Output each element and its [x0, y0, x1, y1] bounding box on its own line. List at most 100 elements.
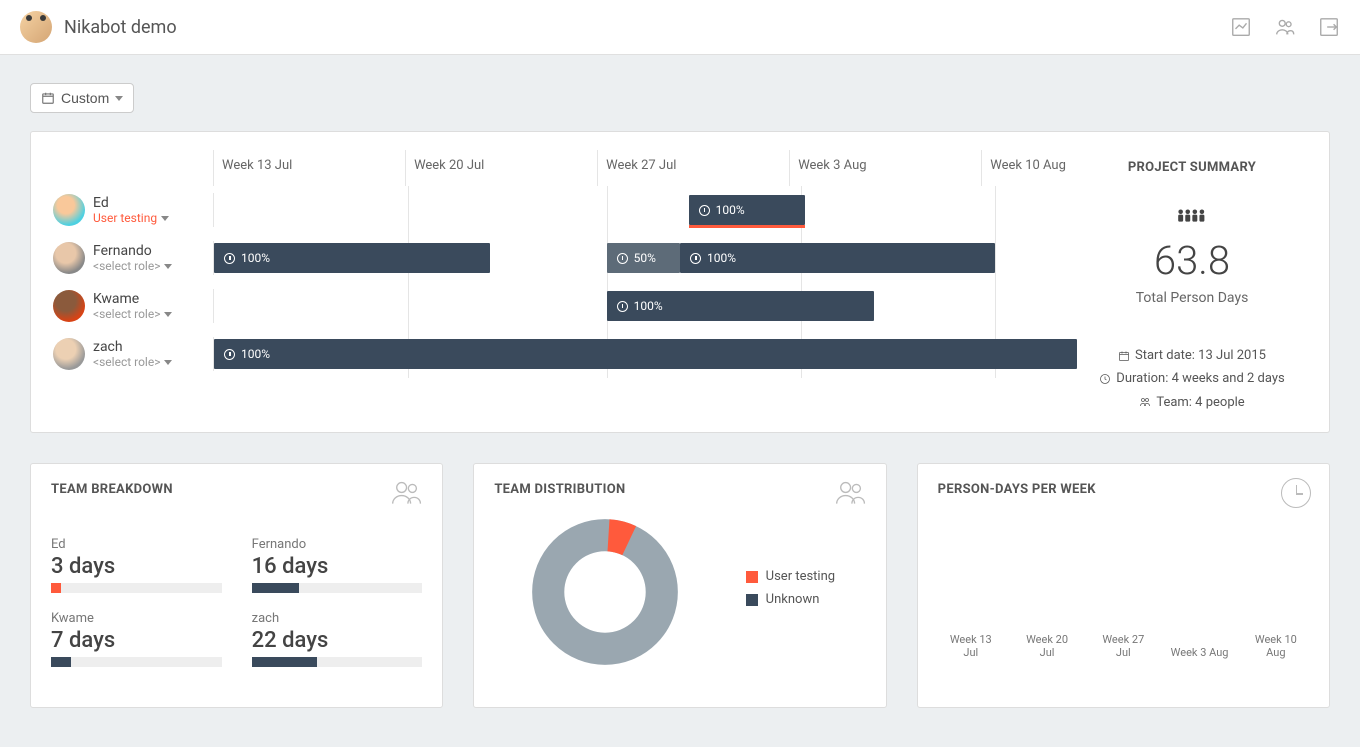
legend-item: User testing	[746, 569, 866, 584]
legend-swatch	[746, 571, 758, 583]
breakdown-bar	[252, 583, 423, 593]
person-col-header	[53, 150, 213, 186]
clock-icon	[1099, 373, 1111, 385]
bar-label: Week 13 Jul	[942, 633, 1000, 659]
allocation-label: 100%	[241, 347, 270, 361]
team-distribution-panel: TEAM DISTRIBUTION User testing Unknown	[473, 463, 886, 708]
bars-chart: Week 13 Jul Week 20 Jul Week 27 Jul Week 3 …	[938, 519, 1309, 659]
start-date: Start date: 13 Jul 2015	[1135, 344, 1266, 367]
date-range-button[interactable]: Custom	[30, 83, 134, 113]
person-cell: Kwame <select role>	[53, 290, 213, 322]
person-cell: Fernando <select role>	[53, 242, 213, 274]
allocation-bar[interactable]: 100%	[214, 243, 490, 273]
allocation-bar[interactable]: 100%	[607, 291, 875, 321]
breakdown-days: 16 days	[252, 554, 423, 579]
panel-title: TEAM BREAKDOWN	[51, 482, 422, 497]
legend-item: Unknown	[746, 592, 866, 607]
person-name: zach	[93, 339, 172, 355]
breakdown-name: Kwame	[51, 611, 222, 626]
bar-label: Week 20 Jul	[1018, 633, 1076, 659]
allocation-bar[interactable]: 50%	[607, 243, 680, 273]
role-selector[interactable]: <select role>	[93, 355, 172, 369]
allocation-label: 100%	[241, 251, 270, 265]
clock-icon	[617, 253, 628, 264]
person-cell: Ed User testing	[53, 194, 213, 226]
main-panel: Week 13 Jul Week 20 Jul Week 27 Jul Week…	[30, 131, 1330, 433]
allocation-label: 50%	[634, 251, 656, 265]
chart-icon[interactable]	[1230, 16, 1252, 38]
clock-icon	[224, 349, 235, 360]
timeline-track: 100%	[213, 289, 1077, 323]
bar-column: Week 20 Jul	[1018, 627, 1076, 659]
clock-icon	[699, 205, 710, 216]
panel-title: TEAM DISTRIBUTION	[494, 482, 865, 497]
allocation-bar[interactable]: 100%	[214, 339, 1077, 369]
allocation-label: 100%	[707, 251, 736, 265]
team-size: Team: 4 people	[1156, 391, 1244, 414]
breakdown-name: Fernando	[252, 537, 423, 552]
breakdown-bar	[252, 657, 423, 667]
timeline-row: Fernando <select role> 100% 50% 100%	[53, 234, 1077, 282]
person-days-per-week-panel: PERSON-DAYS PER WEEK Week 13 Jul Week 20 …	[917, 463, 1330, 708]
people-row-icon	[1077, 205, 1307, 231]
person-name: Kwame	[93, 291, 172, 307]
bar-label: Week 10 Aug	[1247, 633, 1305, 659]
clock-icon	[224, 253, 235, 264]
bottom-panels: TEAM BREAKDOWN Ed 3 days Fernando 16 day…	[30, 463, 1330, 708]
person-name: Fernando	[93, 243, 172, 259]
timeline-row: zach <select role> 100%	[53, 330, 1077, 378]
avatar[interactable]	[53, 194, 85, 226]
chevron-down-icon	[161, 216, 169, 221]
breakdown-days: 3 days	[51, 554, 222, 579]
allocation-label: 100%	[634, 299, 663, 313]
bar-label: Week 27 Jul	[1094, 633, 1152, 659]
timeline-area: Week 13 Jul Week 20 Jul Week 27 Jul Week…	[53, 150, 1077, 414]
allocation-bar[interactable]: 100%	[689, 195, 806, 225]
week-header: Week 3 Aug	[789, 150, 981, 186]
breakdown-item: zach 22 days	[252, 611, 423, 667]
logout-icon[interactable]	[1318, 16, 1340, 38]
timeline-rows: Ed User testing 100% Fernando <select ro…	[53, 186, 1077, 378]
legend-label: User testing	[766, 569, 835, 584]
chevron-down-icon	[164, 264, 172, 269]
duration: Duration: 4 weeks and 2 days	[1116, 367, 1284, 390]
breakdown-days: 22 days	[252, 628, 423, 653]
breakdown-name: Ed	[51, 537, 222, 552]
avatar[interactable]	[53, 242, 85, 274]
header-actions	[1230, 16, 1340, 38]
role-selector[interactable]: <select role>	[93, 259, 172, 273]
people-icon	[390, 478, 424, 510]
allocation-label: 100%	[716, 203, 745, 217]
bar-column: Week 10 Aug	[1247, 627, 1305, 659]
donut-chart	[494, 517, 715, 667]
role-selector[interactable]: <select role>	[93, 307, 172, 321]
bar-column: Week 27 Jul	[1094, 627, 1152, 659]
avatar[interactable]	[53, 290, 85, 322]
avatar[interactable]	[53, 338, 85, 370]
people-icon[interactable]	[1274, 16, 1296, 38]
chevron-down-icon	[164, 360, 172, 365]
bar-column: Week 3 Aug	[1170, 640, 1228, 659]
allocation-bar[interactable]: 100%	[680, 243, 995, 273]
team-breakdown-panel: TEAM BREAKDOWN Ed 3 days Fernando 16 day…	[30, 463, 443, 708]
clock-icon	[690, 253, 701, 264]
breakdown-name: zach	[252, 611, 423, 626]
total-person-days-label: Total Person Days	[1077, 290, 1307, 306]
clock-icon	[1281, 478, 1311, 508]
people-icon	[834, 478, 868, 510]
breakdown-item: Fernando 16 days	[252, 537, 423, 593]
week-header: Week 27 Jul	[597, 150, 789, 186]
legend-label: Unknown	[766, 592, 820, 607]
app-title: Nikabot demo	[64, 17, 177, 38]
timeline-row: Ed User testing 100%	[53, 186, 1077, 234]
summary-title: PROJECT SUMMARY	[1077, 160, 1307, 175]
panel-title: PERSON-DAYS PER WEEK	[938, 482, 1309, 497]
chevron-down-icon	[164, 312, 172, 317]
role-selector[interactable]: User testing	[93, 211, 169, 225]
app-logo	[20, 11, 52, 43]
legend-swatch	[746, 594, 758, 606]
breakdown-bar	[51, 657, 222, 667]
timeline-track: 100%	[213, 337, 1077, 371]
person-cell: zach <select role>	[53, 338, 213, 370]
app-header: Nikabot demo	[0, 0, 1360, 55]
